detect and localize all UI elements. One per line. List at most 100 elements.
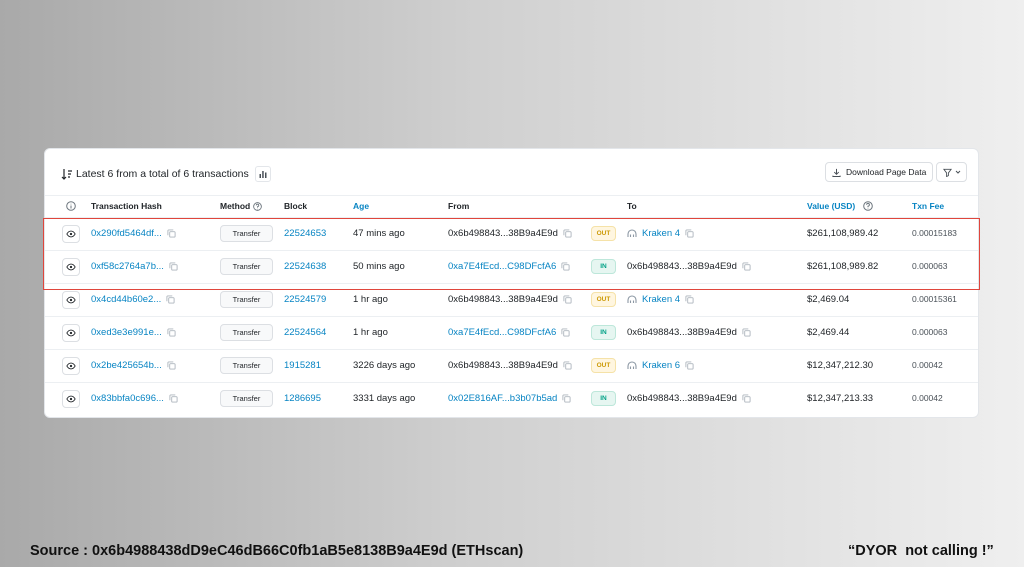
disclaimer-caption: “DYOR not calling !”	[848, 543, 994, 559]
copy-icon[interactable]	[742, 394, 751, 403]
from-cell: 0xa7E4fEcd...C98DFcfA6	[448, 327, 570, 338]
txn-hash-cell: 0x290fd5464df...	[91, 228, 176, 239]
copy-icon[interactable]	[685, 229, 694, 238]
direction-badge: OUT	[591, 226, 616, 241]
copy-icon[interactable]	[167, 361, 176, 370]
transactions-panel: Latest 6 from a total of 6 transactions …	[44, 148, 979, 418]
copy-icon[interactable]	[167, 328, 176, 337]
download-page-data-button[interactable]: Download Page Data	[825, 162, 934, 182]
help-icon	[253, 201, 263, 211]
to-address[interactable]: Kraken 6	[642, 360, 680, 371]
eye-icon[interactable]	[62, 225, 80, 243]
txn-fee: 0.000063	[912, 327, 948, 337]
from-cell: 0x02E816AF...b3b07b5ad	[448, 393, 571, 404]
copy-icon[interactable]	[562, 394, 571, 403]
to-cell: 0x6b498843...38B9a4E9d	[627, 327, 751, 338]
filter-button[interactable]	[936, 162, 967, 182]
txn-fee: 0.000063	[912, 261, 948, 271]
txn-hash-cell: 0xed3e3e991e...	[91, 327, 176, 338]
copy-icon[interactable]	[167, 229, 176, 238]
copy-icon[interactable]	[742, 262, 751, 271]
direction-badge: OUT	[591, 292, 616, 307]
method-badge: Transfer	[220, 390, 273, 407]
to-cell: 0x6b498843...38B9a4E9d	[627, 261, 751, 272]
from-address[interactable]: 0x02E816AF...b3b07b5ad	[448, 393, 557, 404]
copy-icon[interactable]	[563, 361, 572, 370]
value-usd: $2,469.04	[807, 294, 850, 305]
txn-hash-link[interactable]: 0x4cd44b60e2...	[91, 294, 161, 305]
copy-icon[interactable]	[685, 361, 694, 370]
table-row: 0x4cd44b60e2... Transfer 22524579 1 hr ago 0…	[45, 283, 978, 316]
table-header: Transaction Hash Method Block Age From T…	[45, 195, 978, 217]
txn-hash-link[interactable]: 0xed3e3e991e...	[91, 327, 162, 338]
value-usd: $12,347,213.33	[807, 393, 874, 404]
col-method-label: Method	[220, 201, 251, 211]
eye-icon[interactable]	[62, 324, 80, 342]
block-link[interactable]: 22524579	[284, 294, 326, 305]
copy-icon[interactable]	[563, 229, 572, 238]
txn-fee: 0.00042	[912, 360, 943, 370]
txn-hash-cell: 0xf58c2764a7b...	[91, 261, 178, 272]
eye-icon[interactable]	[62, 357, 80, 375]
col-value-label: Value (USD)	[807, 201, 856, 211]
to-address[interactable]: Kraken 4	[642, 228, 680, 239]
eye-icon[interactable]	[62, 390, 80, 408]
direction-badge: IN	[591, 325, 616, 340]
help-icon	[863, 201, 873, 211]
from-cell: 0xa7E4fEcd...C98DFcfA6	[448, 261, 570, 272]
method-badge: Transfer	[220, 258, 273, 275]
kraken-icon	[627, 229, 637, 238]
from-address: 0x6b498843...38B9a4E9d	[448, 228, 558, 239]
to-address[interactable]: Kraken 4	[642, 294, 680, 305]
copy-icon[interactable]	[169, 262, 178, 271]
to-cell: Kraken 4	[627, 228, 694, 239]
copy-icon[interactable]	[742, 328, 751, 337]
from-cell: 0x6b498843...38B9a4E9d	[448, 294, 572, 305]
block-link[interactable]: 1915281	[284, 360, 321, 371]
from-address[interactable]: 0xa7E4fEcd...C98DFcfA6	[448, 327, 556, 338]
copy-icon[interactable]	[166, 295, 175, 304]
table-row: 0x83bbfa0c696... Transfer 1286695 3331 days…	[45, 382, 978, 415]
from-address[interactable]: 0xa7E4fEcd...C98DFcfA6	[448, 261, 556, 272]
txn-hash-link[interactable]: 0xf58c2764a7b...	[91, 261, 164, 272]
txn-hash-link[interactable]: 0x290fd5464df...	[91, 228, 162, 239]
filter-icon	[942, 168, 952, 177]
copy-icon[interactable]	[169, 394, 178, 403]
col-value-usd[interactable]: Value (USD)	[807, 201, 873, 211]
col-from: From	[448, 201, 470, 211]
value-usd: $261,108,989.82	[807, 261, 879, 272]
from-cell: 0x6b498843...38B9a4E9d	[448, 360, 572, 371]
transactions-summary: Latest 6 from a total of 6 transactions	[61, 166, 271, 182]
method-badge: Transfer	[220, 324, 273, 341]
direction-badge: IN	[591, 259, 616, 274]
source-caption: Source : 0x6b4988438dD9eC46dB66C0fb1aB5e…	[30, 543, 524, 559]
txn-hash-link[interactable]: 0x83bbfa0c696...	[91, 393, 164, 404]
table-row: 0xf58c2764a7b... Transfer 22524638 50 mins …	[45, 250, 978, 283]
copy-icon[interactable]	[563, 295, 572, 304]
block-link[interactable]: 22524638	[284, 261, 326, 272]
block-link[interactable]: 1286695	[284, 393, 321, 404]
eye-icon[interactable]	[62, 258, 80, 276]
copy-icon[interactable]	[561, 328, 570, 337]
table-row: 0xed3e3e991e... Transfer 22524564 1 hr ago 0…	[45, 316, 978, 349]
value-usd: $2,469.44	[807, 327, 850, 338]
txn-fee: 0.00015183	[912, 228, 957, 238]
download-icon	[832, 168, 841, 177]
col-method: Method	[220, 201, 263, 211]
from-address: 0x6b498843...38B9a4E9d	[448, 360, 558, 371]
block-link[interactable]: 22524564	[284, 327, 326, 338]
col-age[interactable]: Age	[353, 201, 369, 211]
txn-hash-cell: 0x4cd44b60e2...	[91, 294, 175, 305]
chart-icon[interactable]	[254, 166, 271, 182]
col-txn-fee[interactable]: Txn Fee	[912, 201, 944, 211]
to-cell: Kraken 4	[627, 294, 694, 305]
eye-icon[interactable]	[62, 291, 80, 309]
txn-hash-link[interactable]: 0x2be425654b...	[91, 360, 162, 371]
block-link[interactable]: 22524653	[284, 228, 326, 239]
copy-icon[interactable]	[561, 262, 570, 271]
age-text: 47 mins ago	[353, 228, 405, 239]
kraken-icon	[627, 361, 637, 370]
value-usd: $261,108,989.42	[807, 228, 879, 239]
copy-icon[interactable]	[685, 295, 694, 304]
age-text: 3331 days ago	[353, 393, 416, 404]
